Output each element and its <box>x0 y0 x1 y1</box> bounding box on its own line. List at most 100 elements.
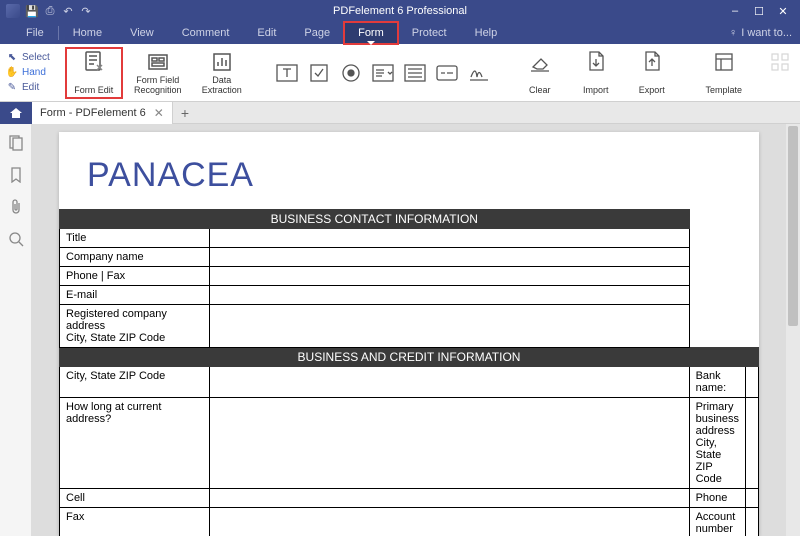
add-tab-button[interactable]: + <box>173 105 197 121</box>
pdf-page: PANACEA BUSINESS CONTACT INFORMATIONTitl… <box>59 132 759 536</box>
grid-icon <box>768 50 792 74</box>
menu-comment[interactable]: Comment <box>168 22 244 44</box>
import-button[interactable]: Import <box>572 48 620 98</box>
table-row: E-mail <box>60 286 759 305</box>
form-field[interactable] <box>210 286 690 305</box>
form-edit-icon <box>82 50 106 74</box>
attachments-icon[interactable] <box>7 198 25 216</box>
scroll-thumb[interactable] <box>788 126 798 326</box>
menu-page[interactable]: Page <box>290 22 344 44</box>
menu-view[interactable]: View <box>116 22 168 44</box>
form-field[interactable] <box>210 248 690 267</box>
form-field[interactable] <box>745 367 758 398</box>
menu-edit[interactable]: Edit <box>243 22 290 44</box>
table-row: Cell Phone <box>60 489 759 508</box>
ribbon: ⬉Select ✋Hand ✎Edit Form Edit Form Field… <box>0 44 800 102</box>
form-label: Fax <box>60 508 210 536</box>
close-button[interactable]: ✕ <box>772 2 794 20</box>
menu-protect[interactable]: Protect <box>398 22 461 44</box>
clear-button[interactable]: Clear <box>516 48 564 98</box>
save-icon[interactable]: 💾 <box>26 5 38 17</box>
form-field[interactable] <box>210 398 690 489</box>
listbox-tool[interactable] <box>402 60 428 86</box>
menubar: File Home View Comment Edit Page Form Pr… <box>0 22 800 44</box>
form-field[interactable] <box>210 489 690 508</box>
menu-form[interactable]: Form <box>344 22 398 44</box>
form-recognition-icon <box>146 50 170 74</box>
table-row: Registered company address City, State Z… <box>60 305 759 348</box>
hand-icon: ✋ <box>6 67 18 79</box>
form-field[interactable] <box>745 508 758 536</box>
close-tab-button[interactable]: ✕ <box>154 106 164 120</box>
form-edit-button[interactable]: Form Edit <box>66 48 122 98</box>
section-header: BUSINESS CONTACT INFORMATION <box>60 210 690 229</box>
form-field[interactable] <box>210 508 690 536</box>
import-icon <box>584 50 608 74</box>
maximize-button[interactable]: ☐ <box>748 2 770 20</box>
form-field[interactable] <box>210 367 690 398</box>
button-tool[interactable] <box>434 60 460 86</box>
form-label: Registered company address City, State Z… <box>60 305 210 348</box>
bookmarks-icon[interactable] <box>7 166 25 184</box>
form-table: BUSINESS CONTACT INFORMATIONTitleCompany… <box>59 209 759 536</box>
template-button[interactable]: Template <box>700 48 748 98</box>
table-row: Title <box>60 229 759 248</box>
data-extraction-icon <box>210 50 234 74</box>
form-label: E-mail <box>60 286 210 305</box>
select-tool[interactable]: ⬉Select <box>6 52 50 64</box>
form-field[interactable] <box>745 398 758 489</box>
table-row: Phone | Fax <box>60 267 759 286</box>
sidebar <box>0 124 32 536</box>
form-label: Phone | Fax <box>60 267 210 286</box>
vertical-scrollbar[interactable] <box>786 124 800 536</box>
form-label: Company name <box>60 248 210 267</box>
form-label: Title <box>60 229 210 248</box>
export-icon <box>640 50 664 74</box>
document-title: PANACEA <box>59 156 759 209</box>
home-tab-button[interactable] <box>0 102 32 124</box>
form-label: Primary business address City, State ZIP… <box>689 398 745 489</box>
ribbon-left-tools: ⬉Select ✋Hand ✎Edit <box>0 44 50 101</box>
form-field[interactable] <box>210 229 690 248</box>
form-field[interactable] <box>210 267 690 286</box>
data-extraction-button[interactable]: Data Extraction <box>194 48 250 98</box>
edit-icon: ✎ <box>6 82 18 94</box>
form-field[interactable] <box>210 305 690 348</box>
form-label: Account number <box>689 508 745 536</box>
radio-tool[interactable] <box>338 60 364 86</box>
app-title: PDFelement 6 Professional <box>333 5 467 17</box>
redo-icon[interactable]: ↷ <box>80 5 92 17</box>
document-area[interactable]: PANACEA BUSINESS CONTACT INFORMATIONTitl… <box>32 124 786 536</box>
text-field-tool[interactable] <box>274 60 300 86</box>
minimize-button[interactable]: – <box>724 2 746 20</box>
undo-icon[interactable]: ↶ <box>62 5 74 17</box>
edit-tool[interactable]: ✎Edit <box>6 82 50 94</box>
print-icon[interactable]: ⎙ <box>44 5 56 17</box>
signature-tool[interactable] <box>466 60 492 86</box>
form-field[interactable] <box>745 489 758 508</box>
thumbnails-icon[interactable] <box>7 134 25 152</box>
form-label: Cell <box>60 489 210 508</box>
more-tools-button[interactable] <box>756 48 800 98</box>
combobox-tool[interactable] <box>370 60 396 86</box>
form-label: How long at current address? <box>60 398 210 489</box>
search-icon[interactable] <box>7 230 25 248</box>
table-row: Fax Account number <box>60 508 759 536</box>
tabbar: Form - PDFelement 6 ✕ + <box>0 102 800 124</box>
export-button[interactable]: Export <box>628 48 676 98</box>
checkbox-tool[interactable] <box>306 60 332 86</box>
workspace: PANACEA BUSINESS CONTACT INFORMATIONTitl… <box>0 124 800 536</box>
form-label: Phone <box>689 489 745 508</box>
menu-help[interactable]: Help <box>461 22 512 44</box>
template-icon <box>712 50 736 74</box>
i-want-to[interactable]: ♀ I want to... <box>729 22 800 44</box>
form-field-recognition-button[interactable]: Form Field Recognition <box>130 48 186 98</box>
table-row: City, State ZIP CodeBank name: <box>60 367 759 398</box>
menu-file[interactable]: File <box>12 22 58 44</box>
menu-home[interactable]: Home <box>59 22 116 44</box>
hand-tool[interactable]: ✋Hand <box>6 67 50 79</box>
document-tab-label: Form - PDFelement 6 <box>40 107 146 119</box>
form-label: Bank name: <box>689 367 745 398</box>
app-icon <box>6 4 20 18</box>
document-tab[interactable]: Form - PDFelement 6 ✕ <box>32 102 173 124</box>
